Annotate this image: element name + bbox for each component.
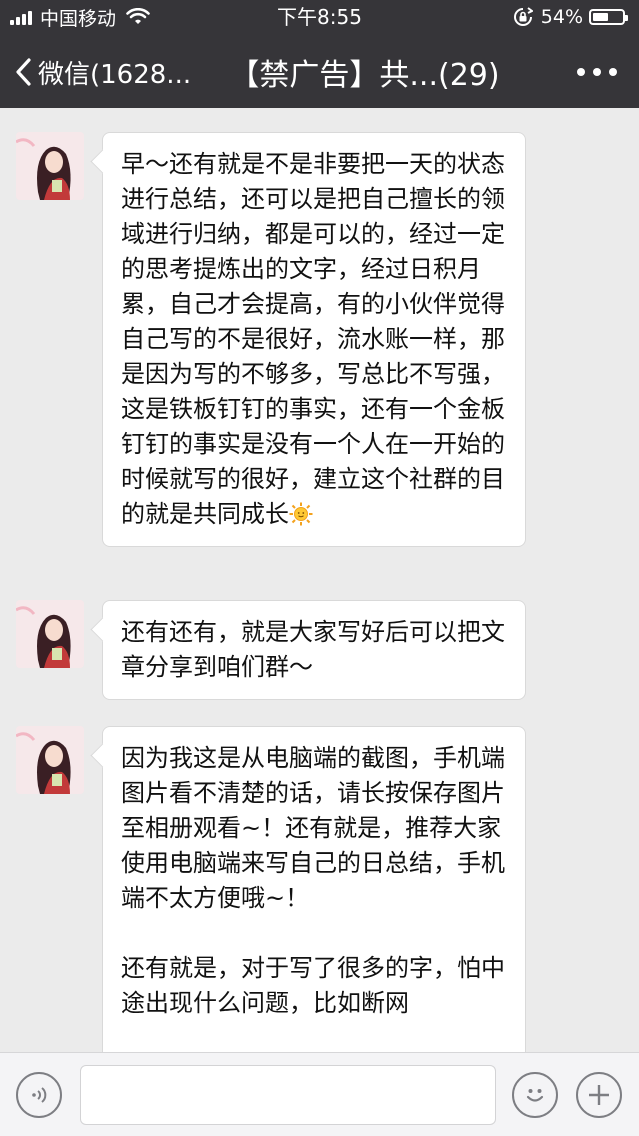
voice-button[interactable]	[16, 1072, 62, 1118]
orientation-lock-icon	[513, 7, 533, 26]
nav-bar: 微信(1628... 【禁广告】共...(29)	[0, 40, 639, 104]
message-text: 还有就是，对于写了很多的字，怕中途出现什么问题，比如断网	[121, 954, 505, 1017]
avatar-image	[16, 726, 84, 794]
battery-percent: 54%	[540, 6, 583, 28]
back-label: 微信(1628...	[38, 59, 192, 90]
message-bubble[interactable]: 因为我这是从电脑端的截图，手机端图片看不清楚的话，请长按保存图片至相册观看~！还…	[102, 726, 526, 1052]
avatar[interactable]	[16, 600, 84, 668]
avatar[interactable]	[16, 132, 84, 200]
avatar-image	[16, 600, 84, 668]
message-text: 因为我这是从电脑端的截图，手机端图片看不清楚的话，请长按保存图片至相册观看~！还…	[121, 744, 505, 912]
message-bubble[interactable]: 还有还有，就是大家写好后可以把文章分享到咱们群～	[102, 600, 526, 700]
input-bar	[0, 1052, 639, 1136]
emoji-icon	[526, 1089, 544, 1102]
message-input[interactable]	[80, 1065, 496, 1125]
top-bar: 中国移动 下午8:55 54% 微信(1628... 【禁广告】共...(29)	[0, 0, 639, 108]
more-dot	[593, 68, 601, 76]
sun-emoji	[289, 501, 313, 526]
more-dot	[577, 68, 585, 76]
plus-icon	[589, 1085, 609, 1105]
status-bar-right: 54%	[513, 5, 628, 29]
back-button[interactable]: 微信(1628...	[14, 50, 191, 94]
battery-icon	[589, 9, 628, 25]
message-text: 还有还有，就是大家写好后可以把文章分享到咱们群～	[121, 618, 505, 681]
battery-level	[593, 13, 609, 21]
voice-icon	[32, 1087, 47, 1103]
plus-button[interactable]	[576, 1072, 622, 1118]
avatar[interactable]	[16, 726, 84, 794]
message-text: 早～还有就是不是非要把一天的状态进行总结，还可以是把自己擅长的领域进行归纳，都是…	[121, 150, 505, 528]
message-bubble[interactable]: 早～还有就是不是非要把一天的状态进行总结，还可以是把自己擅长的领域进行归纳，都是…	[102, 132, 526, 547]
more-options-button[interactable]	[577, 50, 617, 94]
more-dot	[609, 68, 617, 76]
chevron-left-icon	[16, 58, 31, 86]
emoji-button[interactable]	[512, 1072, 558, 1118]
chat-title: 【禁广告】共...(29)	[229, 58, 500, 93]
chat-messages[interactable]: 早～还有就是不是非要把一天的状态进行总结，还可以是把自己擅长的领域进行归纳，都是…	[0, 108, 639, 1052]
avatar-image	[16, 132, 84, 200]
